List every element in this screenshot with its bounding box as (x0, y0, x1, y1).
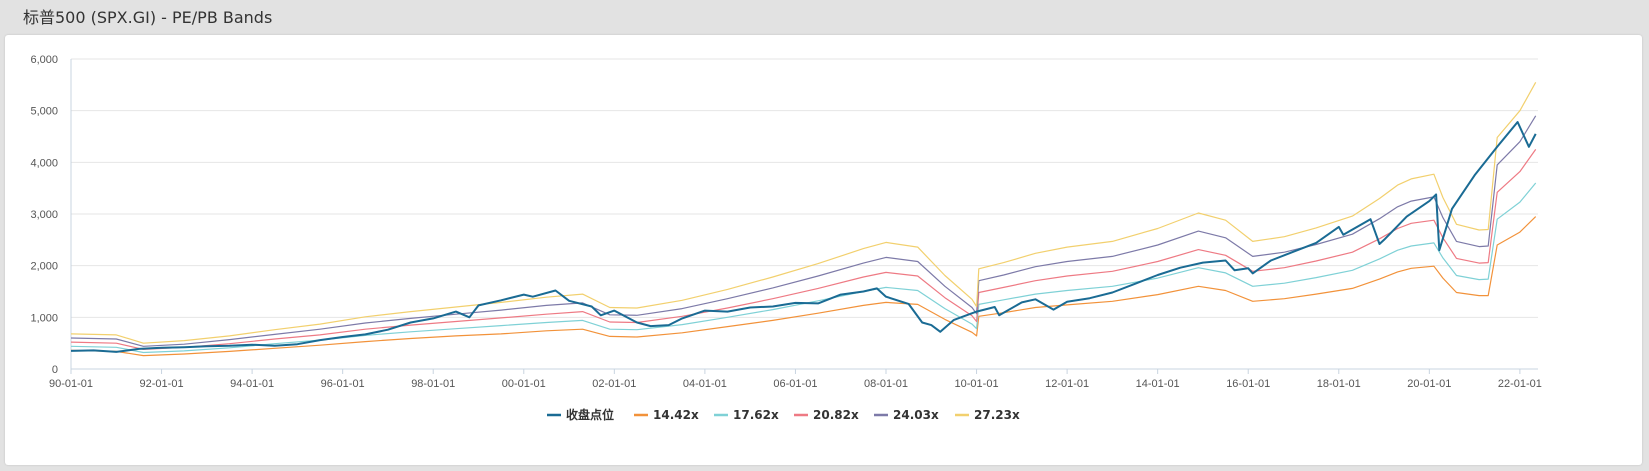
legend-label: 20.82x (813, 408, 859, 422)
legend-label: 24.03x (893, 408, 939, 422)
series-line-20.82x (70, 149, 1537, 350)
y-tick-label: 1,000 (30, 312, 58, 324)
legend-label: 收盘点位 (566, 407, 614, 422)
x-tick-label: 00-01-01 (502, 378, 546, 390)
series-lines (70, 82, 1537, 357)
x-tick-label: 90-01-01 (49, 378, 93, 390)
x-tick-label: 16-01-01 (1226, 378, 1270, 390)
x-tick-label: 14-01-01 (1136, 378, 1180, 390)
series-line-24.03x (70, 115, 1537, 347)
legend-label: 17.62x (733, 408, 779, 422)
y-tick-label: 6,000 (30, 54, 58, 66)
x-tick-label: 06-01-01 (773, 378, 817, 390)
x-tick-label: 96-01-01 (321, 378, 365, 390)
axes: 0 1,000 2,000 3,000 4,000 5,000 6,000 90-01-01 9… (30, 54, 1541, 390)
y-tick-label: 4,000 (30, 157, 58, 169)
x-tick-label: 92-01-01 (140, 378, 184, 390)
x-tick-label: 12-01-01 (1045, 378, 1089, 390)
legend: 收盘点位 14.42x 17.62x 20.82x 24.03x 27.23x (547, 407, 1020, 422)
panel-header: 标普500 (SPX.GI) - PE/PB Bands (0, 0, 1649, 30)
x-tick-label: 04-01-01 (683, 378, 727, 390)
legend-label: 14.42x (653, 408, 699, 422)
y-tick-label: 0 (52, 364, 58, 376)
x-tick-label: 10-01-01 (955, 378, 999, 390)
legend-label: 27.23x (974, 408, 1020, 422)
x-tick-label: 20-01-01 (1407, 378, 1451, 390)
page-title: 标普500 (SPX.GI) - PE/PB Bands (23, 8, 273, 27)
y-tick-label: 3,000 (30, 209, 58, 221)
chart-card: 0 1,000 2,000 3,000 4,000 5,000 6,000 90-01-01 9… (5, 35, 1642, 465)
x-tick-label: 98-01-01 (411, 378, 455, 390)
x-tick-label: 02-01-01 (592, 378, 636, 390)
x-tick-label: 08-01-01 (864, 378, 908, 390)
x-tick-label: 22-01-01 (1498, 378, 1542, 390)
x-tick-label: 18-01-01 (1317, 378, 1361, 390)
grid-lines (71, 58, 1538, 318)
y-tick-label: 5,000 (30, 106, 58, 118)
pe-pb-bands-chart: 0 1,000 2,000 3,000 4,000 5,000 6,000 90-01-01 9… (30, 54, 1541, 422)
x-tick-label: 94-01-01 (230, 378, 274, 390)
series-line-14.42x (70, 216, 1537, 357)
y-tick-label: 2,000 (30, 261, 58, 273)
